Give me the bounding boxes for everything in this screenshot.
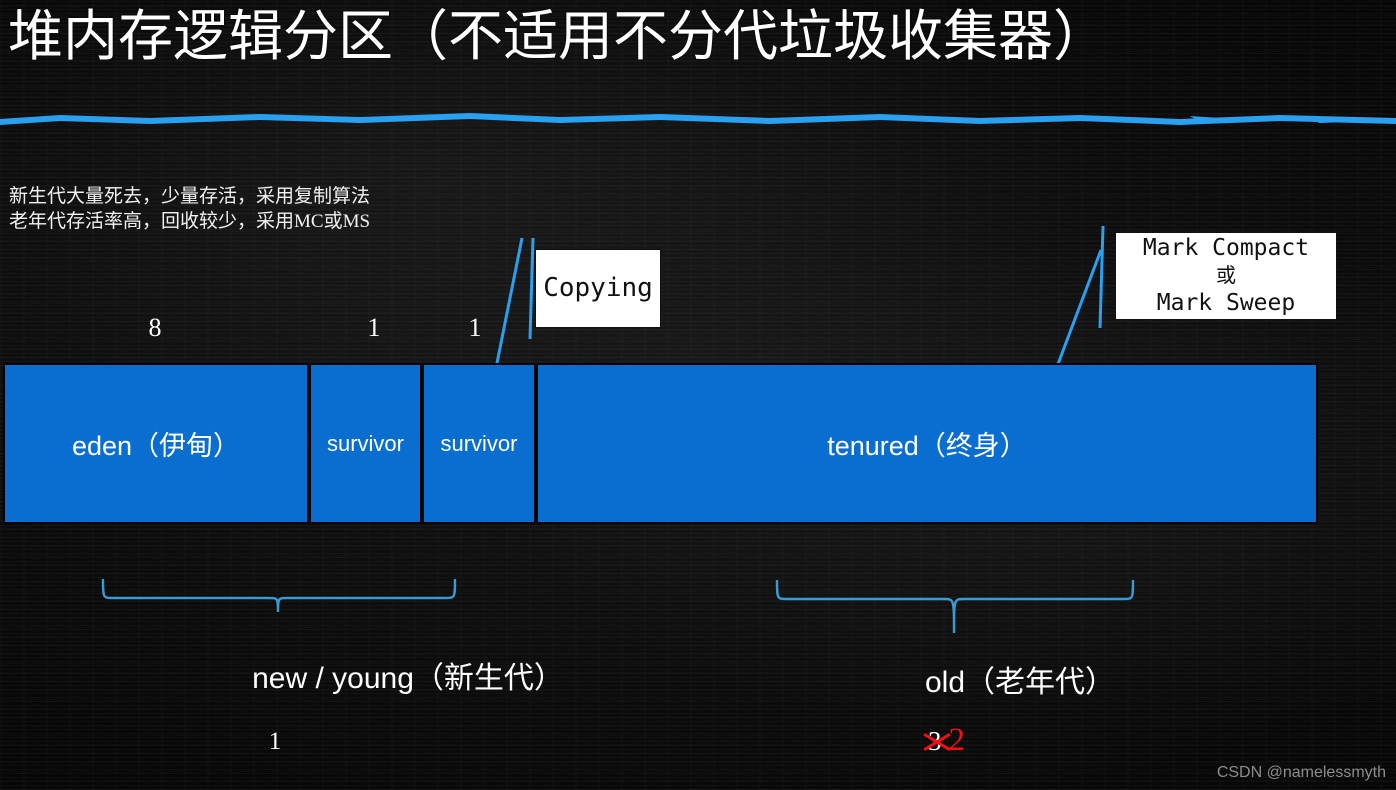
gc-count-old: 3 2 — [928, 724, 965, 757]
heap-region-eden-label: eden（伊甸） — [71, 431, 241, 461]
ratio-eden: 8 — [148, 313, 162, 342]
callout-copying: Copying — [535, 249, 661, 328]
gc-count-young: 1 — [268, 728, 282, 755]
heap-region-survivor0: survivor — [309, 363, 422, 524]
watermark: CSDN @namelessmyth — [1216, 764, 1386, 781]
heap-region-survivor1: survivor — [422, 363, 536, 524]
ratio-survivor1: 1 — [468, 313, 482, 342]
note-line-1: 新生代大量死去，少量存活，采用复制算法 — [9, 186, 371, 207]
heap-region-eden: eden（伊甸） — [3, 363, 309, 524]
callout-mark-line-1: Mark Compact — [1142, 234, 1310, 261]
note-line-2: 老年代存活率高，回收较少，采用MC或MS — [9, 211, 371, 233]
group-label-old: old（老年代） — [924, 666, 1116, 699]
page-title: 堆内存逻辑分区（不适用不分代垃圾收集器） — [8, 5, 1109, 67]
callout-mark-line-3: Mark Sweep — [1156, 289, 1296, 316]
gc-count-old-corrected: 2 — [948, 722, 966, 758]
callout-copying-text: Copying — [543, 272, 653, 303]
slide-canvas: 堆内存逻辑分区（不适用不分代垃圾收集器） 新生代大量死去，少量存活，采用复制算法… — [0, 0, 1396, 790]
callout-mark-line-2: 或 — [1216, 263, 1236, 288]
title-underline — [0, 113, 1396, 125]
callout-mark-compact-sweep: Mark Compact 或 Mark Sweep — [1115, 232, 1337, 320]
heap-region-survivor0-label: survivor — [326, 430, 404, 456]
ratio-survivor0: 1 — [367, 313, 381, 342]
heap-region-survivor1-label: survivor — [440, 430, 518, 456]
heap-region-tenured: tenured（终身） — [536, 363, 1318, 524]
heap-memory-bar: eden（伊甸） survivor survivor tenured（终身） — [3, 363, 1318, 524]
explanatory-notes: 新生代大量死去，少量存活，采用复制算法 老年代存活率高，回收较少，采用MC或MS — [9, 184, 370, 235]
group-label-young: new / young（新生代） — [252, 662, 564, 695]
heap-region-tenured-label: tenured（终身） — [827, 431, 1027, 461]
gc-count-old-struck: 3 — [928, 726, 942, 756]
